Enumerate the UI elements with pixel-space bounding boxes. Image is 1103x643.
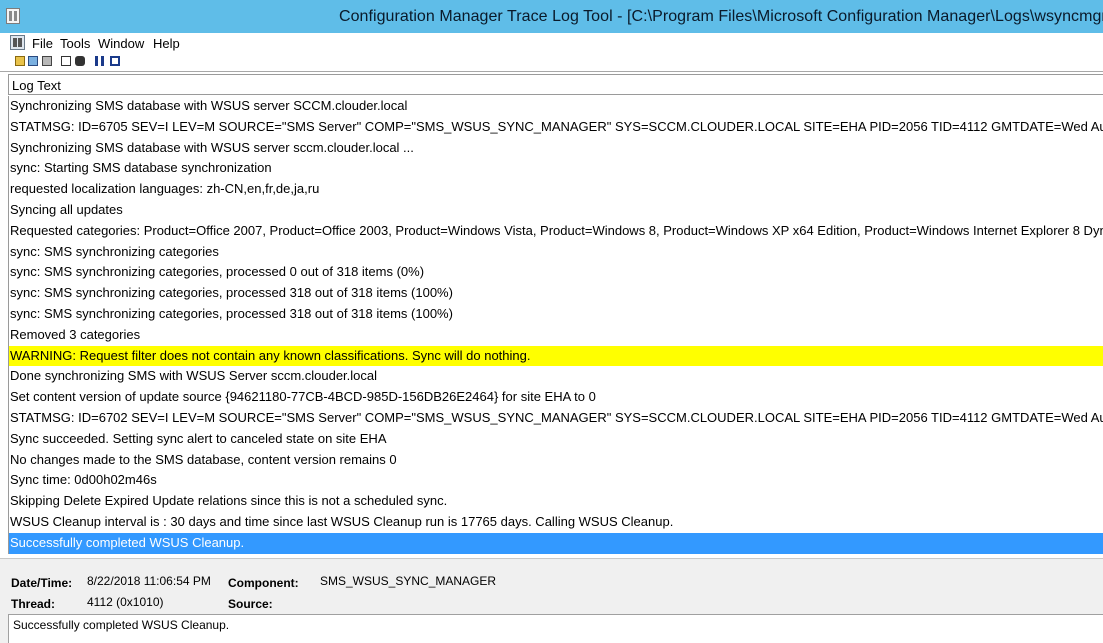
- log-row[interactable]: sync: SMS synchronizing categories, proc…: [9, 304, 1103, 325]
- document-icon[interactable]: [10, 35, 25, 50]
- log-row[interactable]: No changes made to the SMS database, con…: [9, 450, 1103, 471]
- source-label: Source:: [228, 597, 273, 611]
- log-row[interactable]: sync: SMS synchronizing categories, proc…: [9, 283, 1103, 304]
- copy-icon[interactable]: [61, 56, 71, 66]
- open-icon[interactable]: [15, 56, 25, 66]
- column-header-log-text[interactable]: Log Text: [8, 74, 1103, 95]
- log-row[interactable]: Skipping Delete Expired Update relations…: [9, 491, 1103, 512]
- thread-label: Thread:: [11, 597, 56, 611]
- log-row[interactable]: WSUS Cleanup interval is : 30 days and t…: [9, 512, 1103, 533]
- log-row[interactable]: Requested categories: Product=Office 200…: [9, 221, 1103, 242]
- log-row[interactable]: Set content version of update source {94…: [9, 387, 1103, 408]
- component-value: SMS_WSUS_SYNC_MANAGER: [320, 574, 497, 588]
- log-row[interactable]: Removed 3 categories: [9, 325, 1103, 346]
- log-row[interactable]: sync: SMS synchronizing categories: [9, 242, 1103, 263]
- date-time-value: 8/22/2018 11:06:54 PM: [87, 574, 211, 588]
- thread-value: 4112 (0x1010): [87, 595, 164, 609]
- log-row[interactable]: sync: SMS synchronizing categories, proc…: [9, 262, 1103, 283]
- log-row[interactable]: sync: Starting SMS database synchronizat…: [9, 158, 1103, 179]
- menu-help[interactable]: Help: [153, 36, 180, 51]
- log-row-selected[interactable]: Successfully completed WSUS Cleanup.: [9, 532, 1103, 554]
- window-icon[interactable]: [110, 56, 120, 66]
- log-list[interactable]: Synchronizing SMS database with WSUS ser…: [8, 96, 1103, 554]
- log-row[interactable]: Synchronizing SMS database with WSUS ser…: [9, 138, 1103, 159]
- log-row[interactable]: Syncing all updates: [9, 200, 1103, 221]
- menu-tools[interactable]: Tools: [60, 36, 90, 51]
- app-icon[interactable]: [6, 8, 20, 24]
- log-row[interactable]: Sync succeeded. Setting sync alert to ca…: [9, 429, 1103, 450]
- log-row[interactable]: STATMSG: ID=6702 SEV=I LEV=M SOURCE="SMS…: [9, 408, 1103, 429]
- message-text-box[interactable]: Successfully completed WSUS Cleanup.: [8, 614, 1103, 643]
- title-bar[interactable]: Configuration Manager Trace Log Tool - […: [0, 0, 1103, 33]
- menu-bar: File Tools Window Help: [0, 33, 1103, 53]
- log-row[interactable]: Done synchronizing SMS with WSUS Server …: [9, 366, 1103, 387]
- pause-icon[interactable]: [95, 56, 104, 66]
- log-row[interactable]: STATMSG: ID=6705 SEV=I LEV=M SOURCE="SMS…: [9, 117, 1103, 138]
- date-time-label: Date/Time:: [11, 576, 73, 590]
- log-row[interactable]: Synchronizing SMS database with WSUS ser…: [9, 96, 1103, 117]
- log-row[interactable]: Sync time: 0d00h02m46s: [9, 470, 1103, 491]
- log-row-warning[interactable]: WARNING: Request filter does not contain…: [9, 345, 1103, 367]
- component-label: Component:: [228, 576, 299, 590]
- print-icon[interactable]: [42, 56, 52, 66]
- toolbar: [0, 53, 1103, 72]
- menu-file[interactable]: File: [32, 36, 53, 51]
- window-title: Configuration Manager Trace Log Tool - […: [339, 8, 1103, 25]
- find-icon[interactable]: [75, 56, 85, 66]
- column-header-label: Log Text: [12, 78, 61, 93]
- log-row[interactable]: requested localization languages: zh-CN,…: [9, 179, 1103, 200]
- menu-window[interactable]: Window: [98, 36, 144, 51]
- open-on-server-icon[interactable]: [28, 56, 38, 66]
